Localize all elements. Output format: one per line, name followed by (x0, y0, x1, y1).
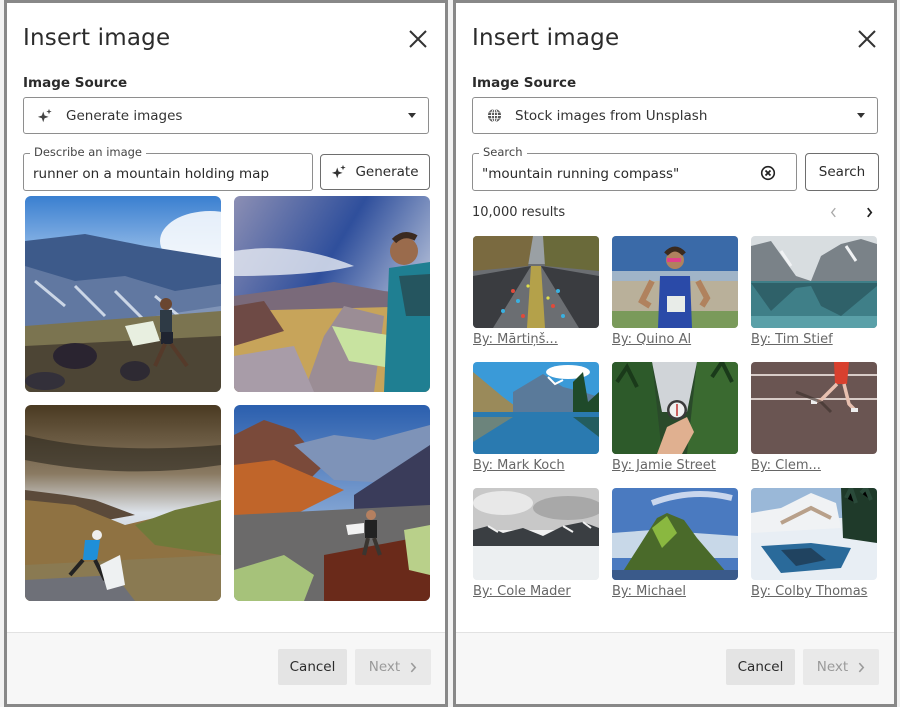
cancel-button[interactable]: Cancel (726, 649, 795, 685)
stock-image[interactable] (612, 488, 738, 580)
photo-credit-link[interactable]: By: Mārtiņš... (473, 332, 599, 347)
photo-credit-link[interactable]: By: Michael (612, 584, 738, 599)
stock-result: By: Mārtiņš... (473, 236, 599, 362)
dialog-footer: Cancel Next (456, 632, 894, 704)
generate-button-label: Generate (355, 164, 419, 180)
previous-page-button[interactable] (830, 207, 842, 218)
stock-image[interactable] (473, 488, 599, 580)
image-source-select[interactable]: Generate images (23, 97, 429, 134)
image-source-value: Stock images from Unsplash (515, 107, 708, 124)
generated-image-2[interactable] (234, 196, 430, 392)
next-page-button[interactable] (866, 207, 878, 218)
close-button[interactable] (407, 28, 429, 50)
stock-image[interactable] (473, 362, 599, 454)
next-button-label: Next (368, 659, 401, 675)
photo-credit-link[interactable]: By: Jamie Street (612, 458, 738, 473)
next-button[interactable]: Next (803, 649, 879, 685)
generated-image-1[interactable] (25, 196, 221, 392)
generated-image-3[interactable] (25, 405, 221, 601)
sparkle-icon (331, 164, 347, 180)
stock-result: By: Jamie Street (612, 362, 738, 488)
next-button-label: Next (816, 659, 849, 675)
close-icon (858, 30, 876, 48)
stock-image[interactable] (612, 236, 738, 328)
stock-image[interactable] (751, 236, 877, 328)
stock-result: By: Mark Koch (473, 362, 599, 488)
stock-image[interactable] (473, 236, 599, 328)
chevron-right-icon (410, 662, 417, 672)
stock-result: By: Clem... (751, 362, 877, 488)
generated-image-4[interactable] (234, 405, 430, 601)
chevron-right-icon (858, 662, 865, 672)
results-count: 10,000 results (472, 205, 566, 220)
results-pager (830, 207, 878, 218)
stock-result: By: Colby Thomas (751, 488, 877, 614)
photo-credit-link[interactable]: By: Cole Mader (473, 584, 599, 599)
describe-image-field[interactable]: Describe an image (23, 145, 313, 191)
chevron-right-icon (867, 207, 873, 218)
next-button[interactable]: Next (355, 649, 431, 685)
image-source-label: Image Source (23, 75, 128, 91)
generate-button[interactable]: Generate (320, 154, 430, 190)
image-source-select[interactable]: Stock images from Unsplash (472, 97, 878, 134)
photo-credit-link[interactable]: By: Clem... (751, 458, 877, 473)
caret-down-icon (408, 113, 416, 118)
stock-result: By: Tim Stief (751, 236, 877, 362)
insert-image-dialog-generate: Insert image Image Source Generate image… (7, 3, 445, 704)
search-label: Search (479, 145, 527, 159)
stock-result: By: Quino Al (612, 236, 738, 362)
describe-image-label: Describe an image (30, 145, 147, 159)
dialog-frame-stock: Insert image Image Source Stock images f… (453, 0, 897, 707)
photo-credit-link[interactable]: By: Quino Al (612, 332, 738, 347)
close-icon (409, 30, 427, 48)
photo-credit-link[interactable]: By: Mark Koch (473, 458, 599, 473)
stock-image[interactable] (751, 362, 877, 454)
search-field[interactable]: Search (472, 145, 797, 191)
stock-result: By: Cole Mader (473, 488, 599, 614)
image-source-label: Image Source (472, 75, 577, 91)
stock-image[interactable] (751, 488, 877, 580)
close-button[interactable] (856, 28, 878, 50)
stock-image[interactable] (612, 362, 738, 454)
globe-icon (485, 107, 503, 125)
clear-circle-icon (760, 165, 776, 181)
image-source-value: Generate images (66, 107, 183, 124)
search-button[interactable]: Search (805, 153, 879, 191)
search-input[interactable] (473, 162, 753, 186)
insert-image-dialog-stock: Insert image Image Source Stock images f… (456, 3, 894, 704)
clear-search-button[interactable] (760, 165, 776, 181)
dialog-title: Insert image (472, 25, 620, 51)
dialog-title: Insert image (23, 25, 171, 51)
dialog-frame-generate: Insert image Image Source Generate image… (4, 0, 448, 707)
sparkle-icon (36, 107, 54, 125)
stock-result: By: Michael (612, 488, 738, 614)
generated-images-grid (25, 196, 431, 601)
photo-credit-link[interactable]: By: Colby Thomas (751, 584, 877, 599)
cancel-button[interactable]: Cancel (278, 649, 347, 685)
stock-images-grid: By: Mārtiņš... By: Quino Al By: Tim Stie… (473, 236, 881, 614)
photo-credit-link[interactable]: By: Tim Stief (751, 332, 877, 347)
describe-image-input[interactable] (24, 162, 312, 186)
dialog-footer: Cancel Next (7, 632, 445, 704)
chevron-left-icon (830, 207, 836, 218)
caret-down-icon (857, 113, 865, 118)
